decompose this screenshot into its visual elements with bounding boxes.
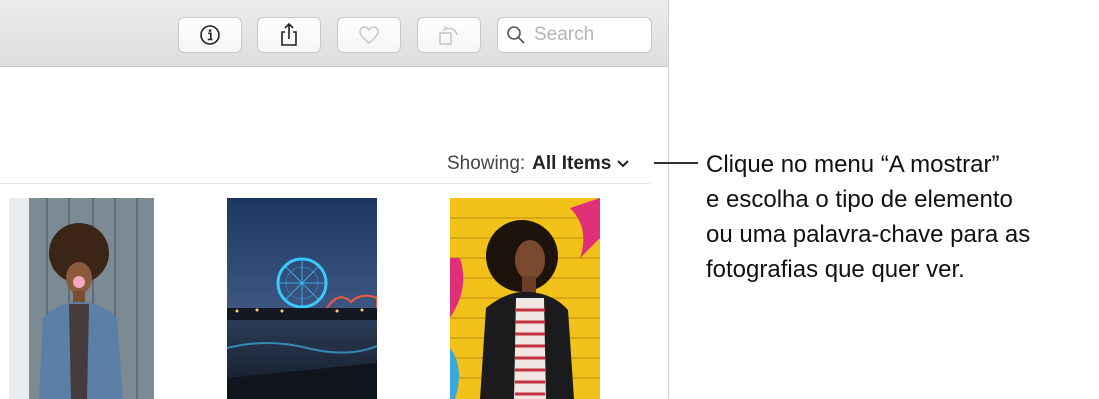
search-field[interactable] bbox=[497, 17, 652, 53]
showing-label: Showing: bbox=[447, 153, 526, 174]
callout-leader-line bbox=[654, 162, 698, 164]
toolbar bbox=[0, 0, 668, 67]
showing-value: All Items bbox=[532, 153, 612, 174]
callout-text: Clique no menu “A mostrar” e escolha o t… bbox=[706, 147, 1091, 287]
photo-thumbnail[interactable] bbox=[227, 198, 377, 399]
photos-window: Showing: All Items bbox=[0, 0, 669, 399]
callout-line-3: ou uma palavra-chave para as bbox=[706, 221, 1031, 248]
search-input[interactable] bbox=[532, 23, 646, 47]
showing-filter-menu[interactable]: Showing: All Items bbox=[447, 151, 630, 177]
photo-thumbnail[interactable] bbox=[9, 198, 154, 399]
chevron-down-icon bbox=[617, 160, 630, 168]
rotate-button[interactable] bbox=[417, 17, 481, 53]
divider bbox=[0, 183, 650, 184]
callout-line-2: e escolha o tipo de elemento bbox=[706, 186, 1013, 213]
share-icon bbox=[281, 22, 297, 46]
callout-line-1: Clique no menu “A mostrar” bbox=[706, 151, 1000, 178]
heart-icon bbox=[359, 26, 379, 44]
rotate-icon bbox=[439, 25, 458, 45]
photo-thumbnail[interactable] bbox=[450, 198, 600, 399]
callout-line-4: fotografias que quer ver. bbox=[706, 256, 965, 283]
search-icon bbox=[506, 25, 526, 45]
info-icon bbox=[200, 25, 220, 45]
showing-value-button[interactable]: All Items bbox=[532, 153, 630, 175]
info-button[interactable] bbox=[178, 17, 242, 53]
share-button[interactable] bbox=[257, 17, 321, 53]
favorite-button[interactable] bbox=[337, 17, 401, 53]
